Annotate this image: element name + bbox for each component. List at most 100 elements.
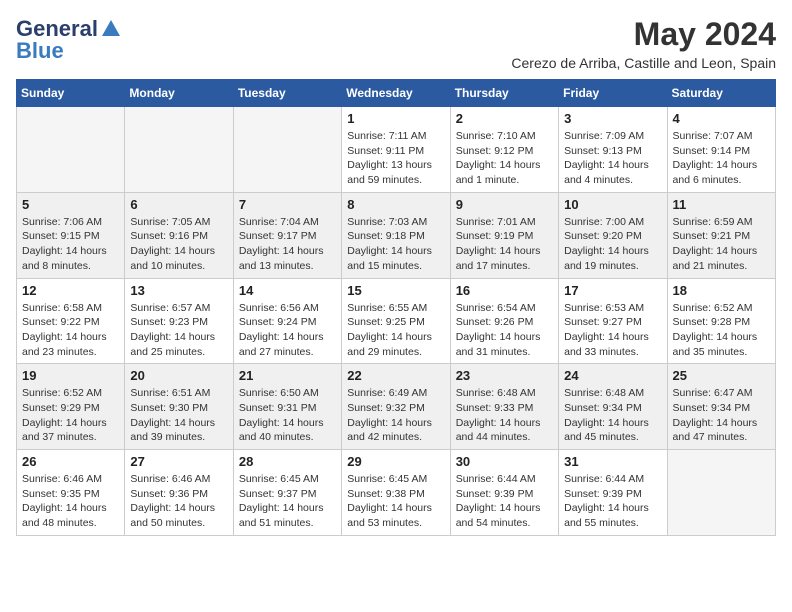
day-number: 7 <box>239 197 336 212</box>
sunrise-text: Sunrise: 6:53 AM <box>564 301 661 316</box>
sunrise-text: Sunrise: 6:44 AM <box>456 472 553 487</box>
daylight-text: Daylight: 14 hours and 19 minutes. <box>564 244 661 273</box>
table-row: 6Sunrise: 7:05 AMSunset: 9:16 PMDaylight… <box>125 192 233 278</box>
day-info: Sunrise: 6:55 AMSunset: 9:25 PMDaylight:… <box>347 301 444 360</box>
daylight-text: Daylight: 14 hours and 15 minutes. <box>347 244 444 273</box>
day-info: Sunrise: 7:00 AMSunset: 9:20 PMDaylight:… <box>564 215 661 274</box>
day-number: 19 <box>22 368 119 383</box>
sunrise-text: Sunrise: 6:49 AM <box>347 386 444 401</box>
day-info: Sunrise: 7:01 AMSunset: 9:19 PMDaylight:… <box>456 215 553 274</box>
daylight-text: Daylight: 14 hours and 50 minutes. <box>130 501 227 530</box>
sunset-text: Sunset: 9:23 PM <box>130 315 227 330</box>
day-info: Sunrise: 6:54 AMSunset: 9:26 PMDaylight:… <box>456 301 553 360</box>
table-row <box>17 107 125 193</box>
sunrise-text: Sunrise: 6:50 AM <box>239 386 336 401</box>
header-row: Sunday Monday Tuesday Wednesday Thursday… <box>17 80 776 107</box>
day-info: Sunrise: 6:47 AMSunset: 9:34 PMDaylight:… <box>673 386 770 445</box>
sunrise-text: Sunrise: 7:05 AM <box>130 215 227 230</box>
sunset-text: Sunset: 9:24 PM <box>239 315 336 330</box>
sunrise-text: Sunrise: 6:48 AM <box>456 386 553 401</box>
daylight-text: Daylight: 14 hours and 35 minutes. <box>673 330 770 359</box>
day-info: Sunrise: 6:49 AMSunset: 9:32 PMDaylight:… <box>347 386 444 445</box>
day-info: Sunrise: 7:05 AMSunset: 9:16 PMDaylight:… <box>130 215 227 274</box>
day-info: Sunrise: 6:44 AMSunset: 9:39 PMDaylight:… <box>456 472 553 531</box>
day-number: 3 <box>564 111 661 126</box>
sunrise-text: Sunrise: 7:11 AM <box>347 129 444 144</box>
day-number: 16 <box>456 283 553 298</box>
sunrise-text: Sunrise: 6:56 AM <box>239 301 336 316</box>
col-saturday: Saturday <box>667 80 775 107</box>
calendar-week-row: 26Sunrise: 6:46 AMSunset: 9:35 PMDayligh… <box>17 450 776 536</box>
calendar-week-row: 19Sunrise: 6:52 AMSunset: 9:29 PMDayligh… <box>17 364 776 450</box>
sunrise-text: Sunrise: 7:06 AM <box>22 215 119 230</box>
sunset-text: Sunset: 9:27 PM <box>564 315 661 330</box>
sunrise-text: Sunrise: 7:00 AM <box>564 215 661 230</box>
sunset-text: Sunset: 9:14 PM <box>673 144 770 159</box>
daylight-text: Daylight: 14 hours and 23 minutes. <box>22 330 119 359</box>
day-number: 17 <box>564 283 661 298</box>
day-number: 12 <box>22 283 119 298</box>
sunrise-text: Sunrise: 6:46 AM <box>22 472 119 487</box>
day-info: Sunrise: 6:45 AMSunset: 9:37 PMDaylight:… <box>239 472 336 531</box>
day-number: 15 <box>347 283 444 298</box>
day-number: 28 <box>239 454 336 469</box>
table-row: 13Sunrise: 6:57 AMSunset: 9:23 PMDayligh… <box>125 278 233 364</box>
day-info: Sunrise: 7:10 AMSunset: 9:12 PMDaylight:… <box>456 129 553 188</box>
logo-icon <box>100 18 122 40</box>
sunset-text: Sunset: 9:31 PM <box>239 401 336 416</box>
daylight-text: Daylight: 14 hours and 6 minutes. <box>673 158 770 187</box>
table-row: 22Sunrise: 6:49 AMSunset: 9:32 PMDayligh… <box>342 364 450 450</box>
day-info: Sunrise: 6:51 AMSunset: 9:30 PMDaylight:… <box>130 386 227 445</box>
sunrise-text: Sunrise: 6:52 AM <box>22 386 119 401</box>
table-row: 2Sunrise: 7:10 AMSunset: 9:12 PMDaylight… <box>450 107 558 193</box>
sunset-text: Sunset: 9:17 PM <box>239 229 336 244</box>
table-row: 21Sunrise: 6:50 AMSunset: 9:31 PMDayligh… <box>233 364 341 450</box>
sunrise-text: Sunrise: 6:44 AM <box>564 472 661 487</box>
table-row: 27Sunrise: 6:46 AMSunset: 9:36 PMDayligh… <box>125 450 233 536</box>
table-row: 10Sunrise: 7:00 AMSunset: 9:20 PMDayligh… <box>559 192 667 278</box>
day-info: Sunrise: 6:46 AMSunset: 9:35 PMDaylight:… <box>22 472 119 531</box>
table-row: 14Sunrise: 6:56 AMSunset: 9:24 PMDayligh… <box>233 278 341 364</box>
sunset-text: Sunset: 9:33 PM <box>456 401 553 416</box>
day-number: 13 <box>130 283 227 298</box>
table-row: 28 Sunrise: 6:45 AMSunset: 9:37 PMDayligh… <box>233 450 341 536</box>
day-number: 18 <box>673 283 770 298</box>
day-info: Sunrise: 6:58 AMSunset: 9:22 PMDaylight:… <box>22 301 119 360</box>
title-area: May 2024 Cerezo de Arriba, Castille and … <box>511 16 776 71</box>
table-row: 11Sunrise: 6:59 AMSunset: 9:21 PMDayligh… <box>667 192 775 278</box>
col-sunday: Sunday <box>17 80 125 107</box>
table-row: 20Sunrise: 6:51 AMSunset: 9:30 PMDayligh… <box>125 364 233 450</box>
day-info: Sunrise: 6:46 AMSunset: 9:36 PMDaylight:… <box>130 472 227 531</box>
day-info: Sunrise: 7:03 AMSunset: 9:18 PMDaylight:… <box>347 215 444 274</box>
table-row: 23Sunrise: 6:48 AMSunset: 9:33 PMDayligh… <box>450 364 558 450</box>
sunrise-text: Sunrise: 6:54 AM <box>456 301 553 316</box>
day-number: 21 <box>239 368 336 383</box>
logo-blue: Blue <box>16 38 64 64</box>
sunrise-text: Sunrise: 7:09 AM <box>564 129 661 144</box>
sunset-text: Sunset: 9:38 PM <box>347 487 444 502</box>
daylight-text: Daylight: 14 hours and 21 minutes. <box>673 244 770 273</box>
table-row <box>667 450 775 536</box>
day-info: Sunrise: 6:44 AMSunset: 9:39 PMDaylight:… <box>564 472 661 531</box>
day-info: Sunrise: 6:45 AMSunset: 9:38 PMDaylight:… <box>347 472 444 531</box>
day-number: 30 <box>456 454 553 469</box>
logo: General Blue <box>16 16 122 64</box>
sunset-text: Sunset: 9:32 PM <box>347 401 444 416</box>
sunset-text: Sunset: 9:13 PM <box>564 144 661 159</box>
sunset-text: Sunset: 9:39 PM <box>456 487 553 502</box>
day-number: 31 <box>564 454 661 469</box>
day-number: 23 <box>456 368 553 383</box>
sunrise-text: Sunrise: 6:59 AM <box>673 215 770 230</box>
day-info: Sunrise: 7:07 AMSunset: 9:14 PMDaylight:… <box>673 129 770 188</box>
daylight-text: Daylight: 14 hours and 29 minutes. <box>347 330 444 359</box>
day-number: 25 <box>673 368 770 383</box>
day-info: Sunrise: 6:52 AMSunset: 9:28 PMDaylight:… <box>673 301 770 360</box>
sunset-text: Sunset: 9:28 PM <box>673 315 770 330</box>
sunset-text: Sunset: 9:19 PM <box>456 229 553 244</box>
sunset-text: Sunset: 9:34 PM <box>564 401 661 416</box>
col-monday: Monday <box>125 80 233 107</box>
day-number: 14 <box>239 283 336 298</box>
daylight-text: Daylight: 14 hours and 39 minutes. <box>130 416 227 445</box>
calendar-week-row: 5Sunrise: 7:06 AMSunset: 9:15 PMDaylight… <box>17 192 776 278</box>
sunset-text: Sunset: 9:16 PM <box>130 229 227 244</box>
